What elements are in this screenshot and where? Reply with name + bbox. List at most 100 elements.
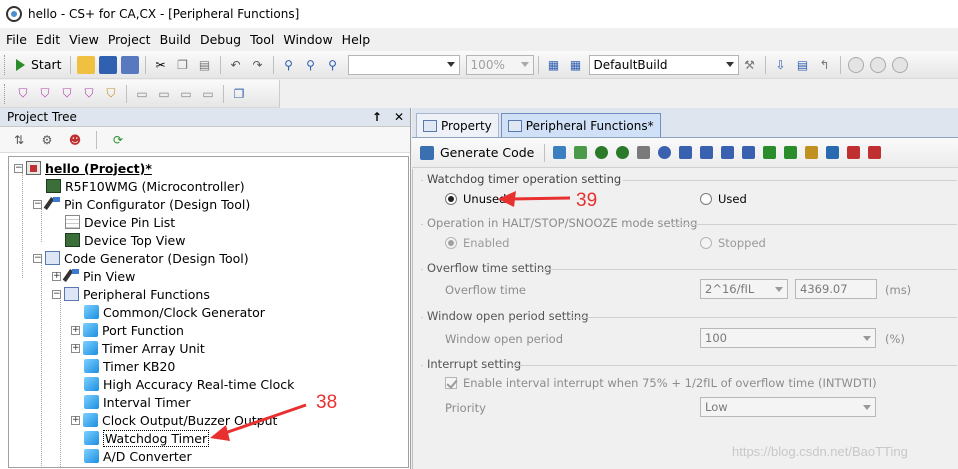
- expand-icon[interactable]: +: [52, 271, 61, 281]
- property-icon[interactable]: ⚙: [38, 131, 56, 149]
- menu-build[interactable]: Build: [160, 32, 191, 47]
- watchdog-icon[interactable]: [700, 146, 714, 159]
- open-folder-icon[interactable]: [76, 55, 95, 74]
- serial-icon[interactable]: [763, 146, 777, 159]
- build-settings-icon[interactable]: ▦: [545, 56, 563, 74]
- cube-icon: [84, 431, 99, 445]
- tree-item-code-generator[interactable]: − Code Generator (Design Tool): [33, 249, 249, 267]
- voltage-icon[interactable]: [868, 146, 882, 159]
- timer-icon[interactable]: [595, 146, 609, 159]
- uncomment-icon[interactable]: ▭: [177, 85, 195, 103]
- step-back-icon[interactable]: ↰: [816, 56, 834, 74]
- used-radio[interactable]: Used: [700, 192, 747, 206]
- save-icon[interactable]: [98, 55, 117, 74]
- toolbar-grip[interactable]: [4, 83, 8, 104]
- tree-item-interval-timer[interactable]: Interval Timer: [84, 393, 191, 411]
- debug-icon[interactable]: ▤: [794, 56, 812, 74]
- tree-item-microcontroller[interactable]: R5F10WMG (Microcontroller): [46, 177, 245, 195]
- tree-item-port-function[interactable]: + Port Function: [71, 321, 184, 339]
- comparator-icon[interactable]: [742, 146, 756, 159]
- menu-project[interactable]: Project: [108, 32, 151, 47]
- menu-window[interactable]: Window: [283, 32, 332, 47]
- tree-item-label: hello (Project)*: [45, 160, 152, 176]
- toolbar-grip[interactable]: [4, 54, 8, 75]
- tree-item-ad-converter[interactable]: A/D Converter: [84, 447, 192, 465]
- download-icon[interactable]: ⇩: [772, 56, 790, 74]
- adc-icon[interactable]: [721, 146, 735, 159]
- search-combo[interactable]: [347, 54, 460, 75]
- search-window-icon[interactable]: ▭: [199, 85, 217, 103]
- start-button[interactable]: Start: [12, 55, 66, 75]
- bookmark-clear-icon[interactable]: ⛉: [102, 85, 120, 103]
- menu-file[interactable]: File: [6, 32, 27, 47]
- menu-tool[interactable]: Tool: [250, 32, 274, 47]
- window-icon[interactable]: ▭: [133, 85, 151, 103]
- tree-item-clock-output[interactable]: + Clock Output/Buzzer Output: [71, 411, 277, 429]
- unused-radio[interactable]: Unused: [445, 192, 506, 206]
- dma-icon[interactable]: [826, 146, 840, 159]
- replace-icon[interactable]: ⚲: [324, 56, 342, 74]
- redo-icon[interactable]: ↷: [249, 56, 267, 74]
- tree-item-pin-configurator[interactable]: − Pin Configurator (Design Tool): [33, 195, 250, 213]
- iic-icon[interactable]: [784, 146, 798, 159]
- tree-item-device-top-view[interactable]: Device Top View: [65, 231, 185, 249]
- bookmark-prev-icon[interactable]: ⛉: [58, 85, 76, 103]
- sort-icon[interactable]: ⇅: [10, 131, 28, 149]
- rtc-icon[interactable]: [637, 146, 651, 159]
- copy-icon[interactable]: ❐: [174, 56, 192, 74]
- comment-icon[interactable]: ▭: [155, 85, 173, 103]
- port-icon[interactable]: [574, 146, 588, 159]
- expand-icon[interactable]: +: [71, 343, 80, 353]
- pin-icon[interactable]: ↑: [372, 110, 382, 124]
- menu-debug[interactable]: Debug: [200, 32, 241, 47]
- tree-item-pin-view[interactable]: + Pin View: [52, 267, 135, 285]
- collapse-icon[interactable]: −: [33, 199, 42, 209]
- bookmark-next-icon[interactable]: ⛉: [36, 85, 54, 103]
- expand-icon[interactable]: +: [71, 415, 80, 425]
- clock-gen-icon[interactable]: [553, 146, 567, 159]
- build-tool-icon[interactable]: ⚒: [741, 56, 759, 74]
- refresh-icon[interactable]: ⟳: [109, 131, 127, 149]
- tree-item-timer-kb20[interactable]: Timer KB20: [84, 357, 175, 375]
- undo-icon[interactable]: ↶: [227, 56, 245, 74]
- expand-icon[interactable]: +: [71, 325, 80, 335]
- build-config-icon[interactable]: ▦: [567, 56, 585, 74]
- interrupt-icon[interactable]: [847, 146, 861, 159]
- menu-edit[interactable]: Edit: [36, 32, 60, 47]
- build-config-combo[interactable]: DefaultBuild: [588, 54, 739, 75]
- tree-item-device-pin-list[interactable]: Device Pin List: [65, 213, 175, 231]
- save-all-icon[interactable]: [120, 55, 139, 74]
- lcd-icon[interactable]: [805, 146, 819, 159]
- bookmark-icon[interactable]: ⛉: [14, 85, 32, 103]
- tab-peripheral-functions[interactable]: Peripheral Functions*: [500, 113, 661, 137]
- find-next-icon[interactable]: ⚲: [302, 56, 320, 74]
- run-step-icon[interactable]: [891, 56, 908, 73]
- timer-kb-icon[interactable]: [616, 146, 630, 159]
- tree-item-common-clock[interactable]: Common/Clock Generator: [84, 303, 265, 321]
- tree-item-rtc[interactable]: High Accuracy Real-time Clock: [84, 375, 294, 393]
- user-icon[interactable]: ☻: [66, 131, 84, 149]
- tree-item-watchdog-timer[interactable]: Watchdog Timer: [84, 429, 210, 447]
- tree-item-project[interactable]: − hello (Project)*: [14, 159, 152, 177]
- paste-icon[interactable]: ▤: [196, 56, 214, 74]
- menu-view[interactable]: View: [69, 32, 99, 47]
- find-icon[interactable]: ⚲: [280, 56, 298, 74]
- tree-item-timer-array[interactable]: + Timer Array Unit: [71, 339, 205, 357]
- buzzer-icon[interactable]: [679, 146, 693, 159]
- stop-icon[interactable]: [847, 56, 864, 73]
- run-icon[interactable]: [869, 56, 886, 73]
- menu-help[interactable]: Help: [342, 32, 371, 47]
- close-icon[interactable]: ✕: [394, 110, 404, 124]
- tab-property[interactable]: Property: [416, 113, 499, 137]
- collapse-icon[interactable]: −: [33, 253, 42, 263]
- window-tile-icon[interactable]: ❐: [230, 85, 248, 103]
- bookmark-list-icon[interactable]: ⛉: [80, 85, 98, 103]
- interval-timer-icon[interactable]: [658, 146, 672, 159]
- collapse-icon[interactable]: −: [52, 289, 61, 299]
- collapse-icon[interactable]: −: [14, 163, 23, 173]
- generate-code-button[interactable]: Generate Code: [420, 145, 534, 160]
- overflow-value-text: 4369.07: [800, 282, 848, 296]
- tree-item-peripheral-functions[interactable]: − Peripheral Functions: [52, 285, 210, 303]
- chevron-down-icon: [863, 404, 871, 410]
- cut-icon[interactable]: ✂: [152, 56, 170, 74]
